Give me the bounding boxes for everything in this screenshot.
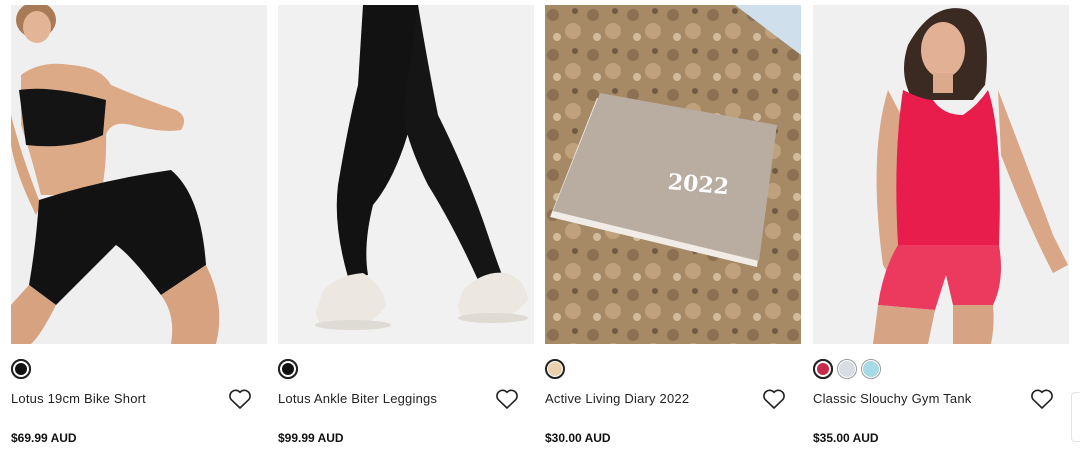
- color-swatch-light-grey[interactable]: [837, 359, 857, 379]
- product-name[interactable]: Classic Slouchy Gym Tank: [813, 391, 971, 406]
- product-image[interactable]: [11, 5, 267, 344]
- color-swatches: [813, 359, 881, 383]
- color-swatch-sand[interactable]: [545, 359, 565, 379]
- wishlist-heart-icon[interactable]: [762, 388, 786, 410]
- product-card[interactable]: Classic Slouchy Gym Tank $35.00 AUD: [813, 5, 1069, 449]
- color-swatch-black[interactable]: [278, 359, 298, 379]
- product-photo-gym-tank: [813, 5, 1069, 344]
- color-swatch-light-blue[interactable]: [861, 359, 881, 379]
- side-panel-edge[interactable]: [1071, 392, 1080, 442]
- wishlist-heart-icon[interactable]: [228, 388, 252, 410]
- diary-year-text: 2022: [667, 169, 730, 200]
- color-swatches: [278, 359, 298, 383]
- product-price: $30.00 AUD: [545, 431, 611, 445]
- product-name[interactable]: Lotus 19cm Bike Short: [11, 391, 146, 406]
- wishlist-heart-icon[interactable]: [495, 388, 519, 410]
- product-image[interactable]: 2022: [545, 5, 801, 344]
- product-photo-leggings: [278, 5, 534, 344]
- wishlist-heart-icon[interactable]: [1030, 388, 1054, 410]
- product-price: $99.99 AUD: [278, 431, 344, 445]
- product-price: $69.99 AUD: [11, 431, 77, 445]
- color-swatches: [11, 359, 31, 383]
- product-photo-bike-short: [11, 5, 267, 344]
- product-photo-diary: 2022: [545, 5, 801, 344]
- product-name[interactable]: Lotus Ankle Biter Leggings: [278, 391, 437, 406]
- product-name[interactable]: Active Living Diary 2022: [545, 391, 689, 406]
- product-image[interactable]: [813, 5, 1069, 344]
- color-swatches: [545, 359, 565, 383]
- color-swatch-red[interactable]: [813, 359, 833, 379]
- product-card[interactable]: Lotus 19cm Bike Short $69.99 AUD: [11, 5, 267, 449]
- product-price: $35.00 AUD: [813, 431, 879, 445]
- color-swatch-black[interactable]: [11, 359, 31, 379]
- product-image[interactable]: [278, 5, 534, 344]
- product-card[interactable]: Lotus Ankle Biter Leggings $99.99 AUD: [278, 5, 534, 449]
- product-card[interactable]: 2022 Active Living Diary 2022 $30.00 AUD: [545, 5, 801, 449]
